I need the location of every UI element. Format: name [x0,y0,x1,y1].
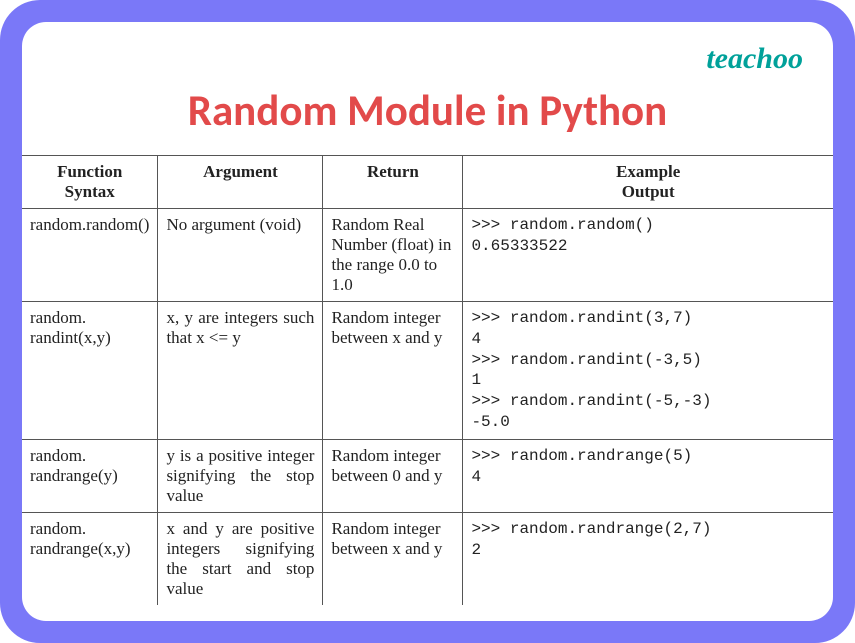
header-example-output: Example Output [463,156,833,209]
cell-argument: No argument (void) [158,209,323,302]
brand-logo: teachoo [706,42,803,76]
cell-example: >>> random.randrange(2,7) 2 [463,512,833,605]
cell-argument: x and y are positive integers signifying… [158,512,323,605]
reference-table: Function Syntax Argument Return Example … [22,155,833,605]
cell-return: Random integer between x and y [323,512,463,605]
header-argument: Argument [158,156,323,209]
header-text: Syntax [30,182,149,202]
table-row: random.random() No argument (void) Rando… [22,209,833,302]
table-row: random. randrange(x,y) x and y are posit… [22,512,833,605]
cell-syntax: random. randrange(y) [22,439,158,512]
header-function-syntax: Function Syntax [22,156,158,209]
cell-argument: y is a positive integer signifying the s… [158,439,323,512]
table-header-row: Function Syntax Argument Return Example … [22,156,833,209]
outer-frame: teachoo Random Module in Python Function… [0,0,855,643]
header-return: Return [323,156,463,209]
cell-example: >>> random.randrange(5) 4 [463,439,833,512]
content-card: teachoo Random Module in Python Function… [22,22,833,621]
cell-return: Random integer between x and y [323,302,463,440]
cell-syntax: random. randint(x,y) [22,302,158,440]
header-text: Example [471,162,825,182]
page-title: Random Module in Python [22,84,833,137]
cell-syntax: random. randrange(x,y) [22,512,158,605]
cell-argument: x, y are integers such that x <= y [158,302,323,440]
cell-return: Random integer between 0 and y [323,439,463,512]
cell-syntax: random.random() [22,209,158,302]
table-row: random. randrange(y) y is a positive int… [22,439,833,512]
cell-return: Random Real Number (float) in the range … [323,209,463,302]
cell-example: >>> random.randint(3,7) 4 >>> random.ran… [463,302,833,440]
header-text: Output [471,182,825,202]
cell-example: >>> random.random() 0.65333522 [463,209,833,302]
header-text: Function [30,162,149,182]
table-row: random. randint(x,y) x, y are integers s… [22,302,833,440]
